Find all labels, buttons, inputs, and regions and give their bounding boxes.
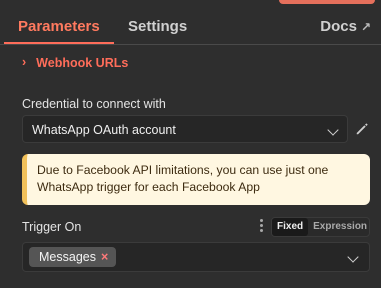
webhook-urls-label: Webhook URLs: [36, 56, 129, 70]
credential-label: Credential to connect with: [22, 97, 166, 111]
chevron-down-icon: [327, 124, 339, 136]
top-strip: [0, 0, 381, 8]
credential-value: WhatsApp OAuth account: [32, 123, 176, 137]
tab-parameters[interactable]: Parameters: [4, 18, 114, 44]
pencil-edit-icon[interactable]: [355, 122, 369, 136]
trigger-on-select[interactable]: Messages ×: [22, 242, 370, 272]
chevron-down-icon: [347, 251, 359, 263]
mode-expression-option[interactable]: Expression: [308, 218, 372, 236]
top-accent-bar: [279, 0, 375, 4]
chip-label: Messages: [39, 250, 96, 264]
fixed-expression-toggle: Fixed Expression: [271, 217, 370, 237]
chevron-right-icon: ›: [22, 55, 27, 69]
docs-label: Docs: [320, 18, 357, 35]
webhook-urls-toggle[interactable]: › Webhook URLs: [22, 55, 129, 70]
chip-remove-icon[interactable]: ×: [101, 250, 108, 264]
docs-link[interactable]: Docs ↗: [320, 18, 371, 35]
trigger-on-label: Trigger On: [22, 220, 82, 234]
tab-bar: Parameters Settings Docs ↗: [0, 8, 381, 45]
more-options-icon[interactable]: [258, 219, 264, 233]
api-limitation-notice: Due to Facebook API limitations, you can…: [22, 154, 370, 205]
mode-fixed-option[interactable]: Fixed: [272, 218, 309, 236]
tab-settings[interactable]: Settings: [128, 18, 187, 35]
credential-select[interactable]: WhatsApp OAuth account: [22, 115, 348, 143]
external-link-icon: ↗: [360, 20, 371, 34]
selected-chip-messages: Messages ×: [29, 247, 117, 267]
